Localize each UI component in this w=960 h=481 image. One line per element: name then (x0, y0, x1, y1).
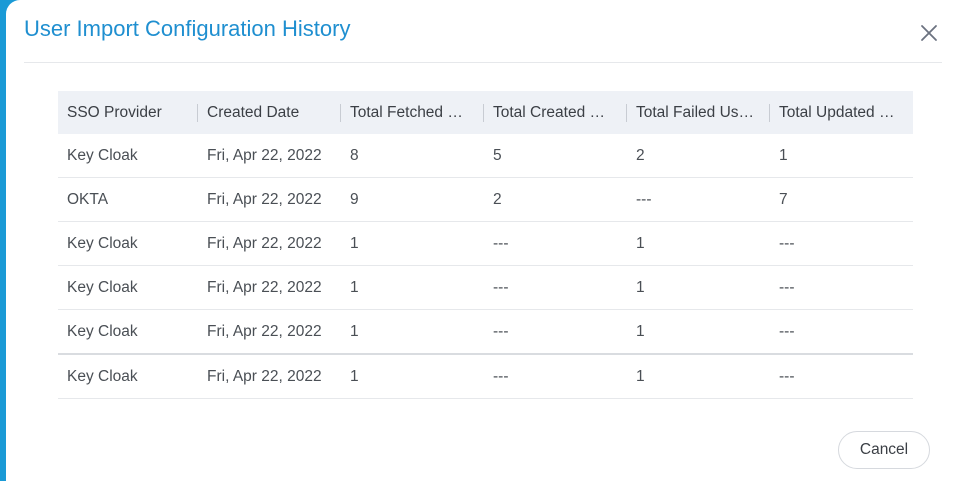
cell-total-updated: --- (779, 234, 795, 252)
cell-total-failed: 1 (636, 322, 645, 340)
cell-sso-provider: Key Cloak (67, 278, 138, 296)
cell-total-failed: --- (636, 190, 652, 208)
cell-total-failed: 2 (636, 146, 645, 164)
cell-created-date: Fri, Apr 22, 2022 (207, 367, 322, 385)
column-header-sso-provider[interactable]: SSO Provider (58, 91, 198, 134)
cell-created-date: Fri, Apr 22, 2022 (207, 278, 322, 296)
cancel-button[interactable]: Cancel (838, 431, 930, 469)
cell-created-date: Fri, Apr 22, 2022 (207, 234, 322, 252)
column-header-total-updated[interactable]: Total Updated Users (770, 91, 913, 134)
cell-sso-provider: OKTA (67, 190, 109, 208)
cell-sso-provider: Key Cloak (67, 322, 138, 340)
cell-total-fetched: 9 (350, 190, 359, 208)
column-header-total-fetched[interactable]: Total Fetched Users (341, 91, 484, 134)
cell-total-created: --- (493, 234, 509, 252)
header-divider (24, 62, 942, 63)
import-history-dialog: User Import Configuration History SSO Pr… (6, 0, 960, 481)
table-header: SSO Provider Created Date Total Fetched … (58, 91, 913, 134)
column-header-total-created[interactable]: Total Created Users (484, 91, 627, 134)
column-header-created-date[interactable]: Created Date (198, 91, 341, 134)
cell-created-date: Fri, Apr 22, 2022 (207, 190, 322, 208)
table-row[interactable]: Key Cloak Fri, Apr 22, 2022 8 5 2 1 (58, 134, 913, 178)
table-row[interactable]: Key Cloak Fri, Apr 22, 2022 1 --- 1 --- (58, 310, 913, 355)
cell-total-failed: 1 (636, 367, 645, 385)
cell-total-fetched: 8 (350, 146, 359, 164)
cell-total-created: 5 (493, 146, 502, 164)
table-row[interactable]: Key Cloak Fri, Apr 22, 2022 1 --- 1 --- (58, 266, 913, 310)
close-icon (921, 25, 937, 41)
cell-total-fetched: 1 (350, 367, 359, 385)
cell-created-date: Fri, Apr 22, 2022 (207, 146, 322, 164)
dialog-title: User Import Configuration History (24, 16, 351, 41)
cell-total-fetched: 1 (350, 234, 359, 252)
cell-created-date: Fri, Apr 22, 2022 (207, 322, 322, 340)
cell-sso-provider: Key Cloak (67, 367, 138, 385)
cell-total-created: --- (493, 367, 509, 385)
cell-total-updated: --- (779, 278, 795, 296)
table-row[interactable]: Key Cloak Fri, Apr 22, 2022 1 --- 1 --- (58, 222, 913, 266)
cell-total-updated: --- (779, 322, 795, 340)
table-row[interactable]: OKTA Fri, Apr 22, 2022 9 2 --- 7 (58, 178, 913, 222)
cell-total-fetched: 1 (350, 278, 359, 296)
cell-sso-provider: Key Cloak (67, 146, 138, 164)
cell-total-fetched: 1 (350, 322, 359, 340)
cell-total-updated: 1 (779, 146, 788, 164)
cell-sso-provider: Key Cloak (67, 234, 138, 252)
history-table: SSO Provider Created Date Total Fetched … (58, 91, 913, 399)
close-button[interactable] (918, 22, 940, 44)
table-row[interactable]: Key Cloak Fri, Apr 22, 2022 1 --- 1 --- (58, 355, 913, 399)
column-header-total-failed[interactable]: Total Failed Users (627, 91, 770, 134)
cell-total-failed: 1 (636, 234, 645, 252)
cell-total-created: --- (493, 278, 509, 296)
cell-total-created: --- (493, 322, 509, 340)
cell-total-failed: 1 (636, 278, 645, 296)
cell-total-updated: --- (779, 367, 795, 385)
cell-total-updated: 7 (779, 190, 788, 208)
cell-total-created: 2 (493, 190, 502, 208)
